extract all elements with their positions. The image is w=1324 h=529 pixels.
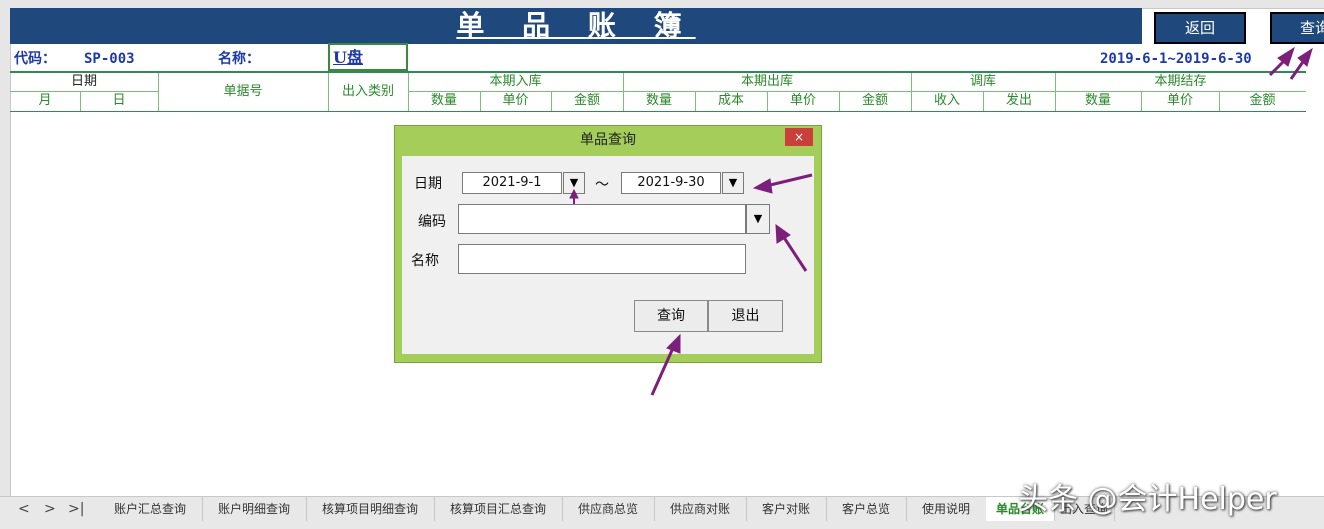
tab-scroll-right-icon[interactable]: > (44, 497, 56, 521)
arrow-icon (650, 347, 675, 396)
arrow-icon (775, 223, 791, 244)
sheet-tab[interactable]: 核算项目汇总查询 (434, 497, 563, 521)
sheet-tab[interactable]: 核算项目明细查询 (306, 497, 435, 521)
sheet-tab[interactable]: 账户明细查询 (202, 497, 307, 521)
arrow-icon (781, 235, 808, 272)
sheet-tab[interactable]: 客户总览 (826, 497, 907, 521)
sheet-tab[interactable]: 使用说明 (906, 497, 987, 521)
sheet-tab[interactable]: 账户汇总查询 (98, 497, 203, 521)
arrow-icon (752, 178, 773, 194)
tab-scroll-left-icon[interactable]: < (18, 497, 30, 521)
sheet-tab[interactable]: 供应商总览 (562, 497, 655, 521)
arrow-icon (666, 333, 681, 354)
watermark: 头条 @会计Helper (1018, 482, 1277, 517)
arrow-icon (765, 173, 813, 188)
annotation-arrows (569, 46, 1313, 396)
sheet-tab[interactable]: 供应商对账 (654, 497, 747, 521)
tab-scroll-last-icon[interactable]: >| (68, 497, 84, 521)
arrow-icon (569, 188, 579, 199)
sheet-tab[interactable]: 客户对账 (746, 497, 827, 521)
